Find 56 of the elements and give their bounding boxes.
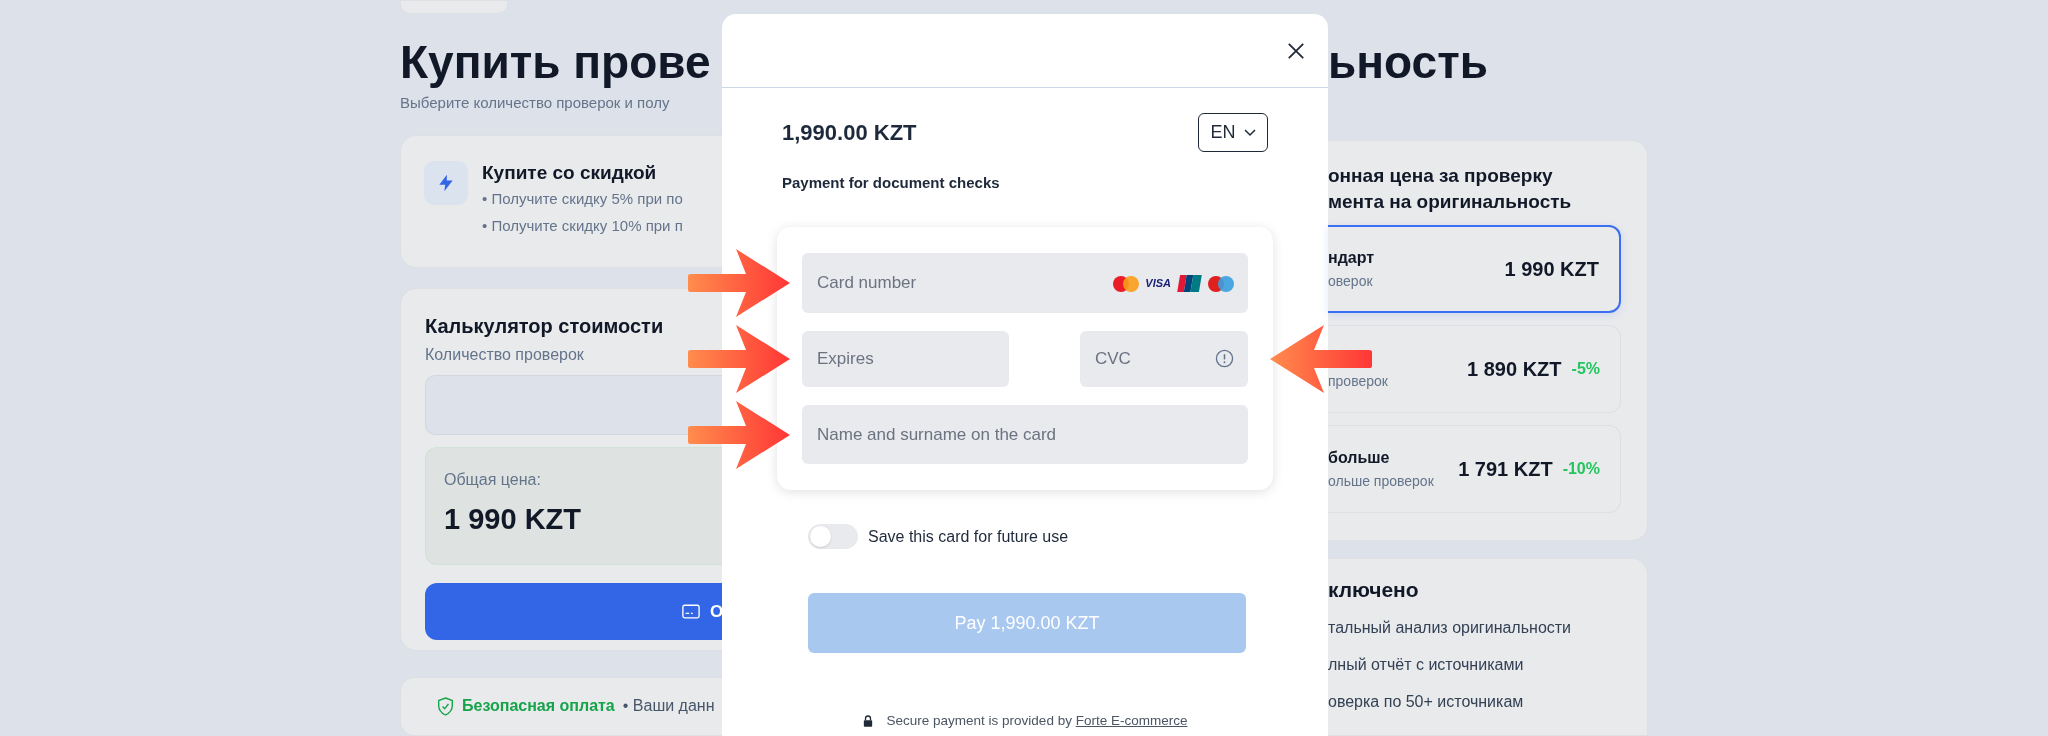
arrow-icon (688, 325, 790, 393)
included-item: оверка по 50+ источникам (1328, 692, 1525, 713)
discount-label: -5% (1571, 359, 1600, 379)
save-card-toggle[interactable] (808, 524, 858, 549)
mastercard-icon (1113, 275, 1140, 292)
cardholder-field[interactable]: Name and surname on the card (802, 405, 1248, 464)
info-icon (1215, 349, 1234, 368)
pricing-title: мента на оригинальность (1328, 190, 1573, 214)
option-price: 1 791 KZT (1458, 457, 1553, 482)
pricing-option[interactable]: проверок 1 890 KZT -5% (1328, 325, 1621, 413)
included-item: лный отчёт с источниками (1328, 655, 1525, 676)
total-label: Общая цена: (444, 470, 542, 491)
quantity-field[interactable] (425, 375, 722, 436)
page-title: ьность (1328, 35, 1489, 90)
visa-logo: VISA (1145, 276, 1171, 292)
pricing-option[interactable]: ндарт оверок 1 990 KZT (1328, 225, 1621, 313)
card-icon (682, 604, 700, 620)
option-price: 1 890 KZT (1467, 357, 1562, 382)
option-subtitle: проверок (1328, 372, 1388, 391)
chevron-down-icon (1243, 128, 1256, 137)
arrow-icon (688, 401, 790, 469)
pricing-option[interactable]: больше ольше проверок 1 791 KZT -10% (1328, 425, 1621, 513)
discount-label: -10% (1562, 459, 1600, 479)
discount-bullet: • Получите скидку 10% при п (482, 215, 683, 236)
option-price: 1 990 KZT (1504, 257, 1599, 282)
included-item: тальный анализ оригинальности (1328, 618, 1573, 639)
option-subtitle: оверок (1328, 272, 1374, 291)
discount-bullet: • Получите скидку 5% при по (482, 188, 683, 209)
payment-amount: 1,990.00 KZT (782, 119, 917, 147)
option-name: больше (1328, 448, 1391, 468)
maestro-icon (1208, 275, 1234, 292)
lightning-icon (424, 160, 468, 205)
option-name: ндарт (1328, 248, 1375, 268)
security-title: Безопасная оплата (462, 696, 615, 717)
payment-description: Payment for document checks (781, 173, 1001, 193)
language-select[interactable]: EN (1198, 113, 1268, 152)
quantity-label: Количество проверок (425, 345, 585, 366)
total-price: 1 990 KZT (444, 502, 582, 538)
page-title: Купить прове (400, 34, 712, 90)
cvc-field[interactable]: CVC (1080, 331, 1248, 387)
forte-link[interactable]: Forte E-commerce (1075, 713, 1188, 728)
lock-icon (862, 715, 873, 728)
calculator-title: Калькулятор стоимости (425, 314, 665, 340)
included-title: ключено (1328, 577, 1420, 604)
secure-payment-text: Secure payment is provided by Forte E-commerce (886, 712, 1188, 730)
unionpay-icon (1177, 275, 1202, 292)
discount-title: Купите со скидкой (482, 160, 658, 185)
shield-icon (437, 696, 454, 716)
expires-field[interactable]: Expires (802, 331, 1009, 387)
option-subtitle: ольше проверок (1328, 472, 1434, 491)
save-card-label: Save this card for future use (868, 526, 1069, 547)
page-subtitle: Выберите количество проверок и полу (400, 92, 671, 113)
arrow-icon (688, 249, 790, 317)
pay-button[interactable]: О (425, 583, 722, 641)
security-text: • Ваши данн (622, 696, 715, 717)
pricing-title: онная цена за проверку (1328, 164, 1554, 188)
